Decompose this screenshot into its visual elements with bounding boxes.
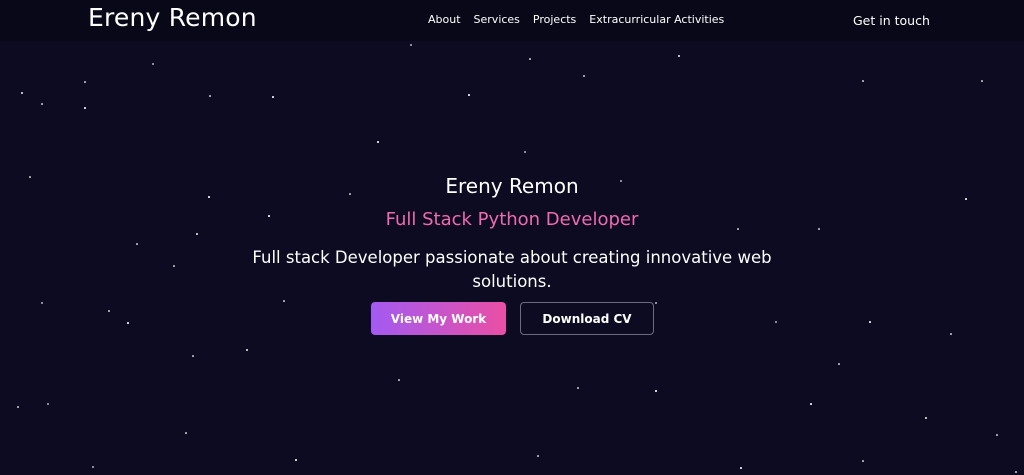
nav-link-services[interactable]: Services — [474, 13, 520, 26]
view-my-work-button[interactable]: View My Work — [371, 302, 506, 335]
hero-description: Full stack Developer passionate about cr… — [252, 248, 772, 291]
nav-link-projects[interactable]: Projects — [533, 13, 576, 26]
hero-role: Full Stack Python Developer — [385, 209, 639, 230]
get-in-touch-link[interactable]: Get in touch — [853, 13, 930, 28]
hero-name: Ereny Remon — [445, 174, 579, 198]
navbar: Ereny Remon About Services Projects Extr… — [0, 0, 1024, 41]
nav-links: About Services Projects Extracurricular … — [428, 13, 724, 26]
hero-section: Ereny Remon Full Stack Python Developer … — [0, 0, 1024, 475]
nav-link-about[interactable]: About — [428, 13, 461, 26]
brand-logo[interactable]: Ereny Remon — [88, 3, 257, 32]
page: Ereny Remon About Services Projects Extr… — [0, 0, 1024, 475]
download-cv-button[interactable]: Download CV — [520, 302, 654, 335]
nav-link-extracurricular[interactable]: Extracurricular Activities — [589, 13, 724, 26]
